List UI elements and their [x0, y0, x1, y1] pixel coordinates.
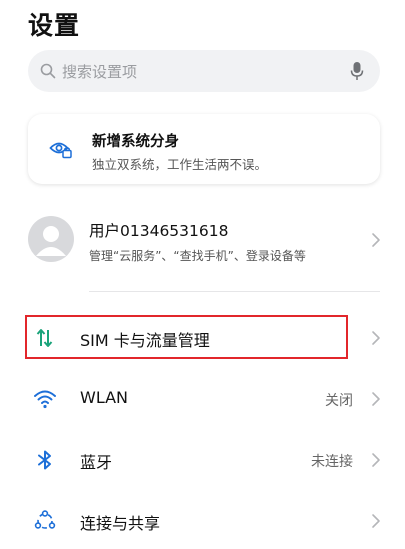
account-name: 用户01346531618 — [89, 222, 229, 240]
search-icon — [40, 63, 56, 79]
account-row[interactable]: 用户01346531618 管理“云服务”、“查找手机”、登录设备等 — [0, 205, 405, 275]
highlight-box — [25, 315, 348, 359]
settings-item-bluetooth[interactable]: 蓝牙 未连接 — [0, 432, 405, 488]
page-title: 设置 — [28, 11, 81, 40]
search-placeholder: 搜索设置项 — [62, 63, 138, 81]
bluetooth-icon — [38, 450, 51, 470]
search-bar[interactable]: 搜索设置项 — [28, 50, 380, 92]
avatar[interactable] — [28, 216, 74, 262]
settings-item-wlan[interactable]: WLAN 关闭 — [0, 371, 405, 427]
settings-item-label: 连接与共享 — [80, 514, 161, 533]
user-avatar-icon — [36, 226, 66, 256]
connection-share-icon — [34, 510, 56, 529]
chevron-right-icon — [372, 331, 380, 345]
chevron-right-icon — [372, 453, 380, 467]
settings-item-value: 未连接 — [311, 454, 353, 470]
chevron-right-icon — [372, 233, 380, 247]
settings-item-value: 关闭 — [325, 393, 353, 409]
settings-item-connection-share[interactable]: 连接与共享 — [0, 493, 405, 549]
dual-system-eye-icon — [49, 142, 72, 159]
account-description: 管理“云服务”、“查找手机”、登录设备等 — [89, 249, 306, 263]
microphone-icon[interactable] — [350, 61, 364, 81]
settings-item-label: 蓝牙 — [80, 453, 113, 472]
chevron-right-icon — [372, 514, 380, 528]
chevron-right-icon — [372, 392, 380, 406]
wifi-icon — [34, 390, 56, 409]
settings-item-label: WLAN — [80, 388, 129, 407]
promo-title: 新增系统分身 — [92, 134, 179, 150]
dual-system-promo-card[interactable]: 新增系统分身 独立双系统，工作生活两不误。 — [28, 114, 380, 184]
divider — [89, 291, 380, 292]
promo-subtitle: 独立双系统，工作生活两不误。 — [92, 157, 268, 172]
